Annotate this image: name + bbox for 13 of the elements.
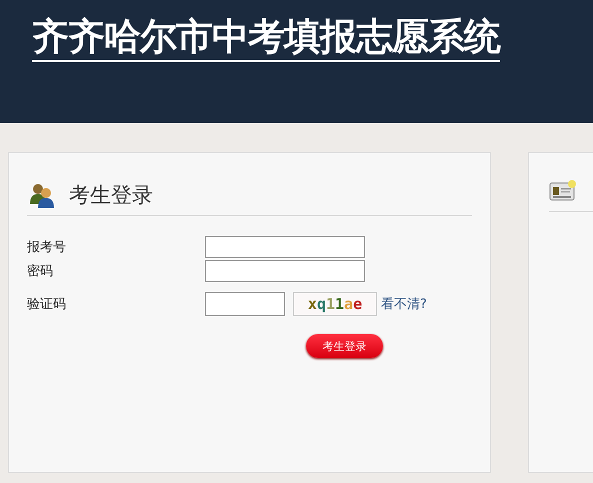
field-label: 密码 <box>27 263 54 280</box>
captcha-image: xq11ae <box>293 292 377 316</box>
field-label: 报考号 <box>27 239 67 256</box>
panel-title: 考生登录 <box>69 182 153 209</box>
id-card-icon <box>549 179 577 203</box>
refresh-link[interactable]: 看不清? <box>381 295 427 313</box>
login-button[interactable]: 考生登录 <box>306 334 383 358</box>
users-icon <box>29 182 55 208</box>
input-field[interactable] <box>205 292 285 316</box>
input-field[interactable] <box>205 236 365 258</box>
input-field[interactable] <box>205 260 365 282</box>
site-title: 齐齐哈尔市中考填报志愿系统 <box>32 14 500 62</box>
field-label: 验证码 <box>27 296 67 313</box>
